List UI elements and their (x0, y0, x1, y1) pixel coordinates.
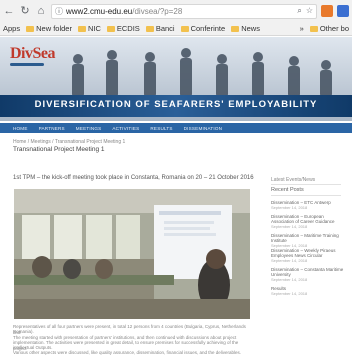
folder-icon (145, 25, 154, 32)
sidebar-post[interactable]: Dissemination – European Association of … (271, 214, 346, 229)
browser-window: ← ↻ ⌂ ⓘ www2.cmu-edu.eu/divsea/?p=28 ⌕ ☆… (0, 0, 352, 356)
bookmark-label: NIC (87, 24, 101, 33)
caption-line: Romania). (13, 329, 34, 334)
folder-icon (180, 25, 189, 32)
bookmark-label: Other bo (319, 24, 349, 33)
site-logo[interactable]: DivSea (10, 45, 56, 63)
home-icon[interactable]: ⌂ (35, 0, 47, 22)
nav-item-meetings[interactable]: MEETINGS (76, 126, 102, 131)
sidebar-post[interactable]: Dissemination – Maritime Training Instit… (271, 233, 346, 248)
bookmark-folder[interactable]: NIC (77, 24, 101, 33)
nav-item-partners[interactable]: PARTNERS (39, 126, 65, 131)
post-title: Dissemination – Maritime Training Instit… (271, 233, 339, 243)
bookmark-label: Banci (155, 24, 175, 33)
bookmark-label: News (241, 24, 260, 33)
bookmark-label: ECDIS (116, 24, 140, 33)
folder-icon (309, 25, 318, 32)
site-info-icon[interactable]: ⓘ (55, 6, 63, 17)
bookmark-folder[interactable]: ECDIS (106, 24, 140, 33)
post-date: September 14, 2018 (271, 205, 308, 210)
sidebar-latest-events-title: Latest Events/News (271, 177, 316, 183)
banner-title: DIVERSIFICATION OF SEAFARERS' EMPLOYABIL… (34, 99, 318, 110)
sidebar-post[interactable]: Dissemination – Weekly Piraeus Employees… (271, 248, 346, 263)
folder-icon (77, 25, 86, 32)
address-bar[interactable]: ⓘ www2.cmu-edu.eu/divsea/?p=28 ⌕ ☆ (51, 3, 317, 19)
meeting-photo-illustration (14, 189, 250, 319)
sidebar-divider (271, 195, 341, 196)
bookmark-label: Apps (3, 24, 21, 33)
post-date: September 14, 2018 (271, 224, 308, 229)
page-title: Transnational Project Meeting 1 (13, 146, 105, 153)
post-date: September 14, 2018 (271, 258, 308, 263)
sidebar-post[interactable]: Results September 14, 2018 (271, 286, 346, 296)
bookmarks-overflow-button[interactable]: » (300, 24, 304, 33)
article-heading: 1st TPM – the kick-off meeting took plac… (13, 175, 254, 181)
nav-item-results[interactable]: RESULTS (150, 126, 172, 131)
extension-icon[interactable] (337, 5, 349, 17)
bookmark-folder[interactable]: New folder (26, 24, 72, 33)
bookmark-label: New folder (36, 24, 72, 33)
bookmark-apps[interactable]: Apps (3, 24, 20, 33)
logo-swoosh (10, 63, 44, 66)
site-banner: DivSea DIVERSIFICATION OF SEAFARERS' EMP… (0, 37, 352, 121)
bookmarks-bar: Apps New folder NIC ECDIS Banci Conferin… (0, 22, 352, 36)
bookmark-label: » (299, 24, 304, 33)
bookmark-star-icon[interactable]: ☆ (306, 6, 313, 16)
main-nav: HOME PARTNERS MEETINGS ACTIVITIES RESULT… (0, 123, 352, 133)
omnibox-actions: ⌕ ☆ (297, 6, 313, 16)
url-host: www2.cmu-edu.eu (66, 6, 133, 16)
meeting-photo[interactable] (14, 189, 250, 319)
post-title: Dissemination – Constanta Maritime Unive… (271, 267, 344, 277)
post-title: Dissemination – European Association of … (271, 214, 335, 224)
web-page: DivSea DIVERSIFICATION OF SEAFARERS' EMP… (0, 37, 352, 356)
post-date: September 14, 2018 (271, 277, 308, 282)
folder-icon (106, 25, 115, 32)
url-text: www2.cmu-edu.eu/divsea/?p=28 (66, 7, 182, 16)
bookmark-folder[interactable]: News (231, 24, 260, 33)
url-path: /divsea/?p=28 (132, 6, 183, 16)
browser-toolbar: ← ↻ ⌂ ⓘ www2.cmu-edu.eu/divsea/?p=28 ⌕ ☆ (0, 0, 352, 22)
reload-icon[interactable]: ↻ (19, 0, 31, 22)
nav-item-activities[interactable]: ACTIVITIES (112, 126, 139, 131)
bookmark-folder[interactable]: Banci (145, 24, 175, 33)
sidebar-recent-posts-title: Recent Posts (271, 187, 304, 193)
nav-item-dissemination[interactable]: DISSEMINATION (184, 126, 223, 131)
breadcrumb[interactable]: Home / Meetings / Transnational Project … (13, 139, 125, 145)
folder-icon (231, 25, 240, 32)
search-icon[interactable]: ⌕ (297, 6, 301, 16)
sidebar-post[interactable]: Dissemination – Constanta Maritime Unive… (271, 267, 346, 282)
post-title: Dissemination – Weekly Piraeus Employees… (271, 248, 336, 258)
folder-icon (26, 25, 35, 32)
bookmark-folder[interactable]: Conferinte (180, 24, 226, 33)
nav-item-home[interactable]: HOME (13, 126, 28, 131)
post-date: September 14, 2018 (271, 291, 308, 296)
caption-line: Various other aspects were discussed, li… (13, 350, 242, 355)
extension-icon[interactable] (321, 5, 333, 17)
back-arrow-icon[interactable]: ← (3, 0, 15, 22)
bookmark-label: Conferinte (190, 24, 226, 33)
sidebar-divider (271, 184, 341, 185)
bookmark-folder[interactable]: Other bo (309, 24, 349, 33)
sidebar-post[interactable]: Dissemination – ETC Antwerp September 14… (271, 200, 346, 210)
